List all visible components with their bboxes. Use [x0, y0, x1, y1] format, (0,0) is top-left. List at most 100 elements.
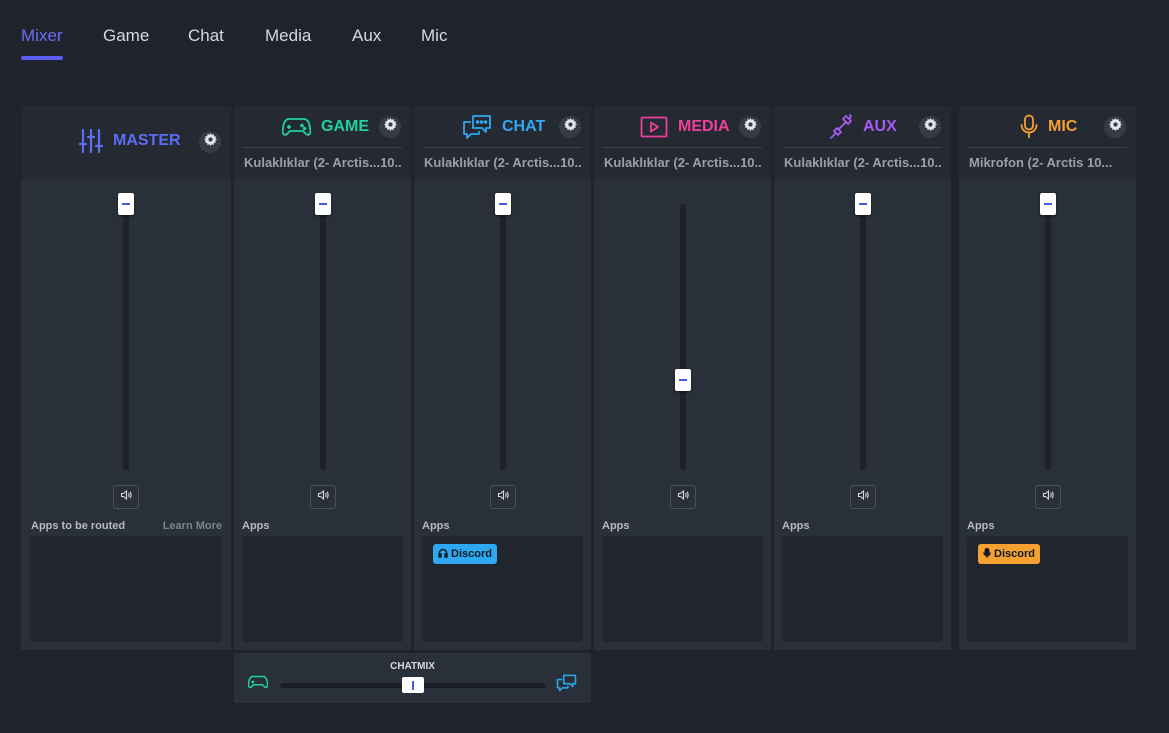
aux-volume-track[interactable]: [860, 204, 866, 470]
chat-volume-track[interactable]: [500, 204, 506, 470]
media-channel: MEDIA Kulaklıklar (2- Arctis...10... App…: [594, 106, 771, 650]
master-title: MASTER: [79, 128, 181, 154]
mic-mute-button[interactable]: [1035, 485, 1061, 509]
mic-input-device[interactable]: Mikrofon (2- Arctis 10...: [969, 155, 1127, 170]
aux-header: AUX Kulaklıklar (2- Arctis...10...: [774, 106, 951, 179]
master-channel: MASTER Apps to be routed Learn More: [21, 106, 231, 650]
gamepad-icon: [247, 675, 269, 694]
speaker-icon: [120, 488, 132, 506]
game-apps-dropzone[interactable]: [242, 536, 403, 642]
learn-more-link[interactable]: Learn More: [163, 520, 222, 532]
game-title-label: GAME: [321, 118, 369, 135]
gear-icon: [203, 133, 217, 151]
chat-volume-handle[interactable]: [495, 193, 511, 215]
mic-channel: MIC Mikrofon (2- Arctis 10... Apps Disco…: [959, 106, 1136, 650]
chat-divider: [423, 147, 582, 148]
game-output-device[interactable]: Kulaklıklar (2- Arctis...10...: [244, 155, 402, 170]
game-title: GAME: [282, 114, 369, 140]
tab-aux[interactable]: Aux: [352, 26, 381, 46]
speaker-icon: [857, 488, 869, 506]
gear-icon: [383, 118, 397, 136]
aux-apps-dropzone[interactable]: [782, 536, 943, 642]
aux-apps-label: Apps: [782, 520, 810, 532]
chatmix-panel: CHATMIX: [234, 653, 591, 703]
discord-app-chip[interactable]: Discord: [978, 544, 1040, 564]
master-settings-button[interactable]: [199, 131, 221, 153]
tab-media[interactable]: Media: [265, 26, 311, 46]
microphone-icon: [983, 547, 991, 561]
master-apps-label: Apps to be routed: [31, 520, 126, 532]
mic-apps-label: Apps: [967, 520, 995, 532]
mic-title-label: MIC: [1048, 118, 1078, 135]
gear-icon: [1108, 118, 1122, 136]
game-header: GAME Kulaklıklar (2- Arctis...10...: [234, 106, 411, 179]
tab-game[interactable]: Game: [103, 26, 149, 46]
master-mute-button[interactable]: [113, 485, 139, 509]
chat-bubbles-icon: [556, 674, 577, 697]
game-apps-label: Apps: [242, 520, 270, 532]
aux-channel: AUX Kulaklıklar (2- Arctis...10... Apps: [774, 106, 951, 650]
media-output-device[interactable]: Kulaklıklar (2- Arctis...10...: [604, 155, 762, 170]
mic-settings-button[interactable]: [1104, 116, 1126, 138]
play-icon: [640, 116, 668, 138]
chat-apps-dropzone[interactable]: Discord: [422, 536, 583, 642]
game-divider: [243, 147, 402, 148]
tab-mic[interactable]: Mic: [421, 26, 447, 46]
media-divider: [603, 147, 762, 148]
chat-mute-button[interactable]: [490, 485, 516, 509]
mic-apps-dropzone[interactable]: Discord: [967, 536, 1128, 642]
headphones-icon: [438, 548, 448, 561]
mic-divider: [968, 147, 1127, 148]
game-volume-track[interactable]: [320, 204, 326, 470]
gear-icon: [563, 118, 577, 136]
speaker-icon: [317, 488, 329, 506]
game-mute-button[interactable]: [310, 485, 336, 509]
chat-apps-label: Apps: [422, 520, 450, 532]
speaker-icon: [1042, 488, 1054, 506]
aux-volume-handle[interactable]: [855, 193, 871, 215]
media-settings-button[interactable]: [739, 116, 761, 138]
media-mute-button[interactable]: [670, 485, 696, 509]
aux-mute-button[interactable]: [850, 485, 876, 509]
mic-volume-handle[interactable]: [1040, 193, 1056, 215]
master-volume-handle[interactable]: [118, 193, 134, 215]
media-volume-track[interactable]: [680, 204, 686, 470]
mic-header: MIC Mikrofon (2- Arctis 10...: [959, 106, 1136, 179]
game-volume-handle[interactable]: [315, 193, 331, 215]
media-header: MEDIA Kulaklıklar (2- Arctis...10...: [594, 106, 771, 179]
discord-app-label: Discord: [451, 548, 492, 560]
aux-cable-icon: [829, 114, 853, 140]
media-volume-handle[interactable]: [675, 368, 691, 391]
tab-mixer[interactable]: Mixer: [21, 26, 63, 60]
aux-output-device[interactable]: Kulaklıklar (2- Arctis...10...: [784, 155, 942, 170]
chatmix-handle[interactable]: [402, 677, 424, 693]
speaker-icon: [677, 488, 689, 506]
master-header: MASTER: [21, 106, 231, 179]
mic-title: MIC: [1020, 114, 1077, 140]
game-channel: GAME Kulaklıklar (2- Arctis...10... Apps: [234, 106, 411, 650]
chat-title: CHAT: [462, 114, 545, 140]
aux-settings-button[interactable]: [919, 116, 941, 138]
discord-app-chip[interactable]: Discord: [433, 544, 497, 564]
aux-title: AUX: [829, 114, 897, 140]
chat-channel: CHAT Kulaklıklar (2- Arctis...10... Apps…: [414, 106, 591, 650]
discord-app-label: Discord: [994, 548, 1035, 560]
aux-divider: [783, 147, 942, 148]
chatmix-title: CHATMIX: [390, 661, 435, 672]
master-volume-track[interactable]: [123, 204, 129, 470]
game-settings-button[interactable]: [379, 116, 401, 138]
media-title-label: MEDIA: [678, 118, 730, 135]
chat-output-device[interactable]: Kulaklıklar (2- Arctis...10...: [424, 155, 582, 170]
master-title-label: MASTER: [113, 132, 181, 149]
chat-settings-button[interactable]: [559, 116, 581, 138]
master-apps-dropzone[interactable]: [30, 536, 222, 642]
media-apps-dropzone[interactable]: [602, 536, 763, 642]
gear-icon: [923, 118, 937, 136]
gear-icon: [743, 118, 757, 136]
media-apps-label: Apps: [602, 520, 630, 532]
mic-volume-track[interactable]: [1045, 204, 1051, 470]
chat-header: CHAT Kulaklıklar (2- Arctis...10...: [414, 106, 591, 179]
chat-title-label: CHAT: [502, 118, 546, 135]
sliders-icon: [79, 128, 103, 154]
tab-chat[interactable]: Chat: [188, 26, 224, 46]
